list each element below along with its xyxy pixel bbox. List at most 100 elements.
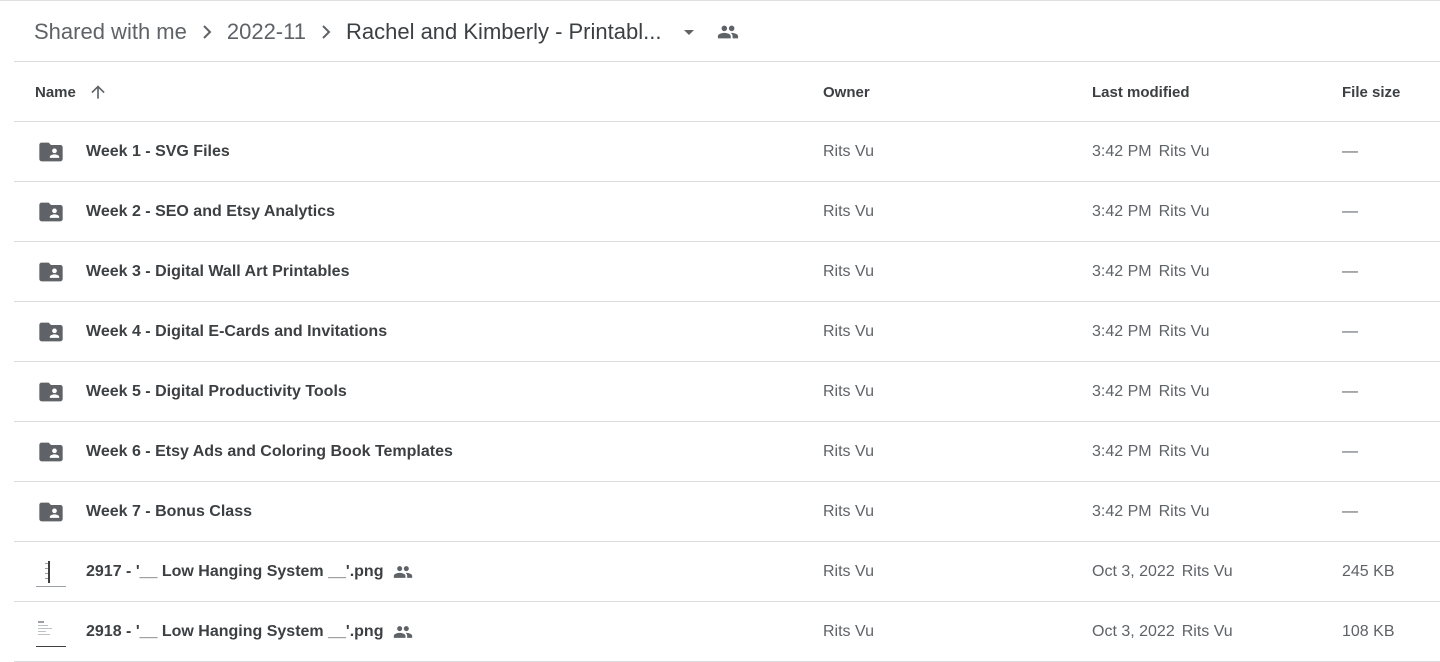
last-modified-cell: Oct 3, 2022 Rits Vu	[1092, 602, 1233, 662]
folder-row[interactable]: Week 6 - Etsy Ads and Coloring Book Temp…	[14, 422, 1440, 482]
file-name-cell[interactable]: Week 5 - Digital Productivity Tools	[86, 362, 347, 422]
file-size-cell: —	[1342, 203, 1358, 220]
breadcrumb-current-folder[interactable]: Rachel and Kimberly - Printabl...	[346, 19, 661, 45]
modified-time: Oct 3, 2022	[1092, 623, 1175, 640]
table-header: Name Owner Last modified File size	[14, 62, 1440, 122]
owner-cell: Rits Vu	[823, 263, 874, 280]
file-name-cell[interactable]: 2917 - '__ Low Hanging System __'.png	[86, 542, 413, 602]
modified-time: 3:42 PM	[1092, 503, 1152, 520]
people-icon	[393, 622, 413, 642]
file-name-cell[interactable]: 2918 - '__ Low Hanging System __'.png	[86, 602, 413, 662]
column-header-file-size[interactable]: File size	[1342, 62, 1400, 122]
caret-down-icon[interactable]	[669, 20, 709, 44]
column-header-last-modified[interactable]: Last modified	[1092, 62, 1190, 122]
modified-by: Rits Vu	[1181, 563, 1233, 580]
last-modified-cell: 3:42 PM Rits Vu	[1092, 122, 1210, 182]
shared-folder-icon	[36, 362, 66, 422]
last-modified-cell: 3:42 PM Rits Vu	[1092, 422, 1210, 482]
column-name-label: Name	[35, 83, 76, 101]
owner-cell: Rits Vu	[823, 323, 874, 340]
file-row[interactable]: 2917 - '__ Low Hanging System __'.png Rit…	[14, 542, 1440, 602]
file-name: 2917 - '__ Low Hanging System __'.png	[86, 563, 384, 580]
owner-cell: Rits Vu	[823, 383, 874, 400]
owner-cell: Rits Vu	[823, 143, 874, 160]
chevron-right-icon	[187, 20, 227, 44]
file-size-cell: 245 KB	[1342, 563, 1395, 580]
shared-folder-icon	[36, 302, 66, 362]
modified-by: Rits Vu	[1158, 503, 1210, 520]
file-size-cell: —	[1342, 323, 1358, 340]
last-modified-cell: Oct 3, 2022 Rits Vu	[1092, 542, 1233, 602]
file-name-cell[interactable]: Week 3 - Digital Wall Art Printables	[86, 242, 349, 302]
shared-folder-icon	[36, 422, 66, 482]
shared-folder-icon	[36, 242, 66, 302]
modified-time: 3:42 PM	[1092, 383, 1152, 400]
column-modified-label: Last modified	[1092, 83, 1190, 101]
file-name-cell[interactable]: Week 4 - Digital E-Cards and Invitations	[86, 302, 387, 362]
last-modified-cell: 3:42 PM Rits Vu	[1092, 302, 1210, 362]
folder-row[interactable]: Week 4 - Digital E-Cards and Invitations…	[14, 302, 1440, 362]
image-thumbnail-icon	[36, 602, 66, 662]
modified-by: Rits Vu	[1158, 383, 1210, 400]
owner-cell: Rits Vu	[823, 503, 874, 520]
breadcrumb: Shared with me 2022-11 Rachel and Kimber…	[14, 2, 1440, 62]
file-name: Week 1 - SVG Files	[86, 143, 230, 160]
arrow-up-icon[interactable]	[88, 82, 108, 102]
column-header-owner[interactable]: Owner	[823, 62, 870, 122]
file-name-cell[interactable]: Week 1 - SVG Files	[86, 122, 230, 182]
shared-folder-icon	[36, 182, 66, 242]
modified-time: 3:42 PM	[1092, 443, 1152, 460]
breadcrumb-shared-with-me[interactable]: Shared with me	[34, 19, 187, 45]
modified-time: 3:42 PM	[1092, 143, 1152, 160]
modified-by: Rits Vu	[1158, 203, 1210, 220]
top-border	[0, 0, 1440, 1]
last-modified-cell: 3:42 PM Rits Vu	[1092, 182, 1210, 242]
column-header-name[interactable]: Name	[35, 62, 108, 122]
file-name-cell[interactable]: Week 2 - SEO and Etsy Analytics	[86, 182, 335, 242]
owner-cell: Rits Vu	[823, 203, 874, 220]
breadcrumb-2022-11[interactable]: 2022-11	[227, 19, 306, 45]
chevron-right-icon	[306, 20, 346, 44]
file-name: Week 5 - Digital Productivity Tools	[86, 383, 347, 400]
file-size-cell: —	[1342, 443, 1358, 460]
file-size-cell: —	[1342, 383, 1358, 400]
image-thumbnail-icon	[36, 542, 66, 602]
file-size-cell: 108 KB	[1342, 623, 1395, 640]
file-name-cell[interactable]: Week 7 - Bonus Class	[86, 482, 252, 542]
file-name: Week 6 - Etsy Ads and Coloring Book Temp…	[86, 443, 453, 460]
shared-folder-icon	[36, 482, 66, 542]
people-icon	[393, 562, 413, 582]
file-name: Week 7 - Bonus Class	[86, 503, 252, 520]
people-icon	[713, 20, 743, 44]
folder-row[interactable]: Week 1 - SVG Files Rits Vu 3:42 PM Rits Vu —	[14, 122, 1440, 182]
last-modified-cell: 3:42 PM Rits Vu	[1092, 242, 1210, 302]
file-name-cell[interactable]: Week 6 - Etsy Ads and Coloring Book Temp…	[86, 422, 453, 482]
owner-cell: Rits Vu	[823, 563, 874, 580]
file-list: Week 1 - SVG Files Rits Vu 3:42 PM Rits Vu —…	[14, 122, 1440, 662]
modified-time: 3:42 PM	[1092, 263, 1152, 280]
file-size-cell: —	[1342, 263, 1358, 280]
folder-row[interactable]: Week 5 - Digital Productivity Tools Rits …	[14, 362, 1440, 422]
file-size-cell: —	[1342, 503, 1358, 520]
modified-by: Rits Vu	[1158, 443, 1210, 460]
column-owner-label: Owner	[823, 83, 870, 101]
file-size-cell: —	[1342, 143, 1358, 160]
owner-cell: Rits Vu	[823, 443, 874, 460]
file-name: Week 4 - Digital E-Cards and Invitations	[86, 323, 388, 340]
last-modified-cell: 3:42 PM Rits Vu	[1092, 362, 1210, 422]
shared-folder-icon	[36, 122, 66, 182]
file-name: 2918 - '__ Low Hanging System __'.png	[86, 623, 384, 640]
folder-row[interactable]: Week 3 - Digital Wall Art Printables Rits…	[14, 242, 1440, 302]
file-name: Week 2 - SEO and Etsy Analytics	[86, 203, 335, 220]
owner-cell: Rits Vu	[823, 623, 874, 640]
modified-by: Rits Vu	[1181, 623, 1233, 640]
file-name: Week 3 - Digital Wall Art Printables	[86, 263, 350, 280]
folder-row[interactable]: Week 7 - Bonus Class Rits Vu 3:42 PM Rits V…	[14, 482, 1440, 542]
last-modified-cell: 3:42 PM Rits Vu	[1092, 482, 1210, 542]
folder-row[interactable]: Week 2 - SEO and Etsy Analytics Rits Vu 3:…	[14, 182, 1440, 242]
modified-by: Rits Vu	[1158, 323, 1210, 340]
modified-time: Oct 3, 2022	[1092, 563, 1175, 580]
modified-by: Rits Vu	[1158, 263, 1210, 280]
modified-time: 3:42 PM	[1092, 203, 1152, 220]
file-row[interactable]: 2918 - '__ Low Hanging System __'.png Rit…	[14, 602, 1440, 662]
